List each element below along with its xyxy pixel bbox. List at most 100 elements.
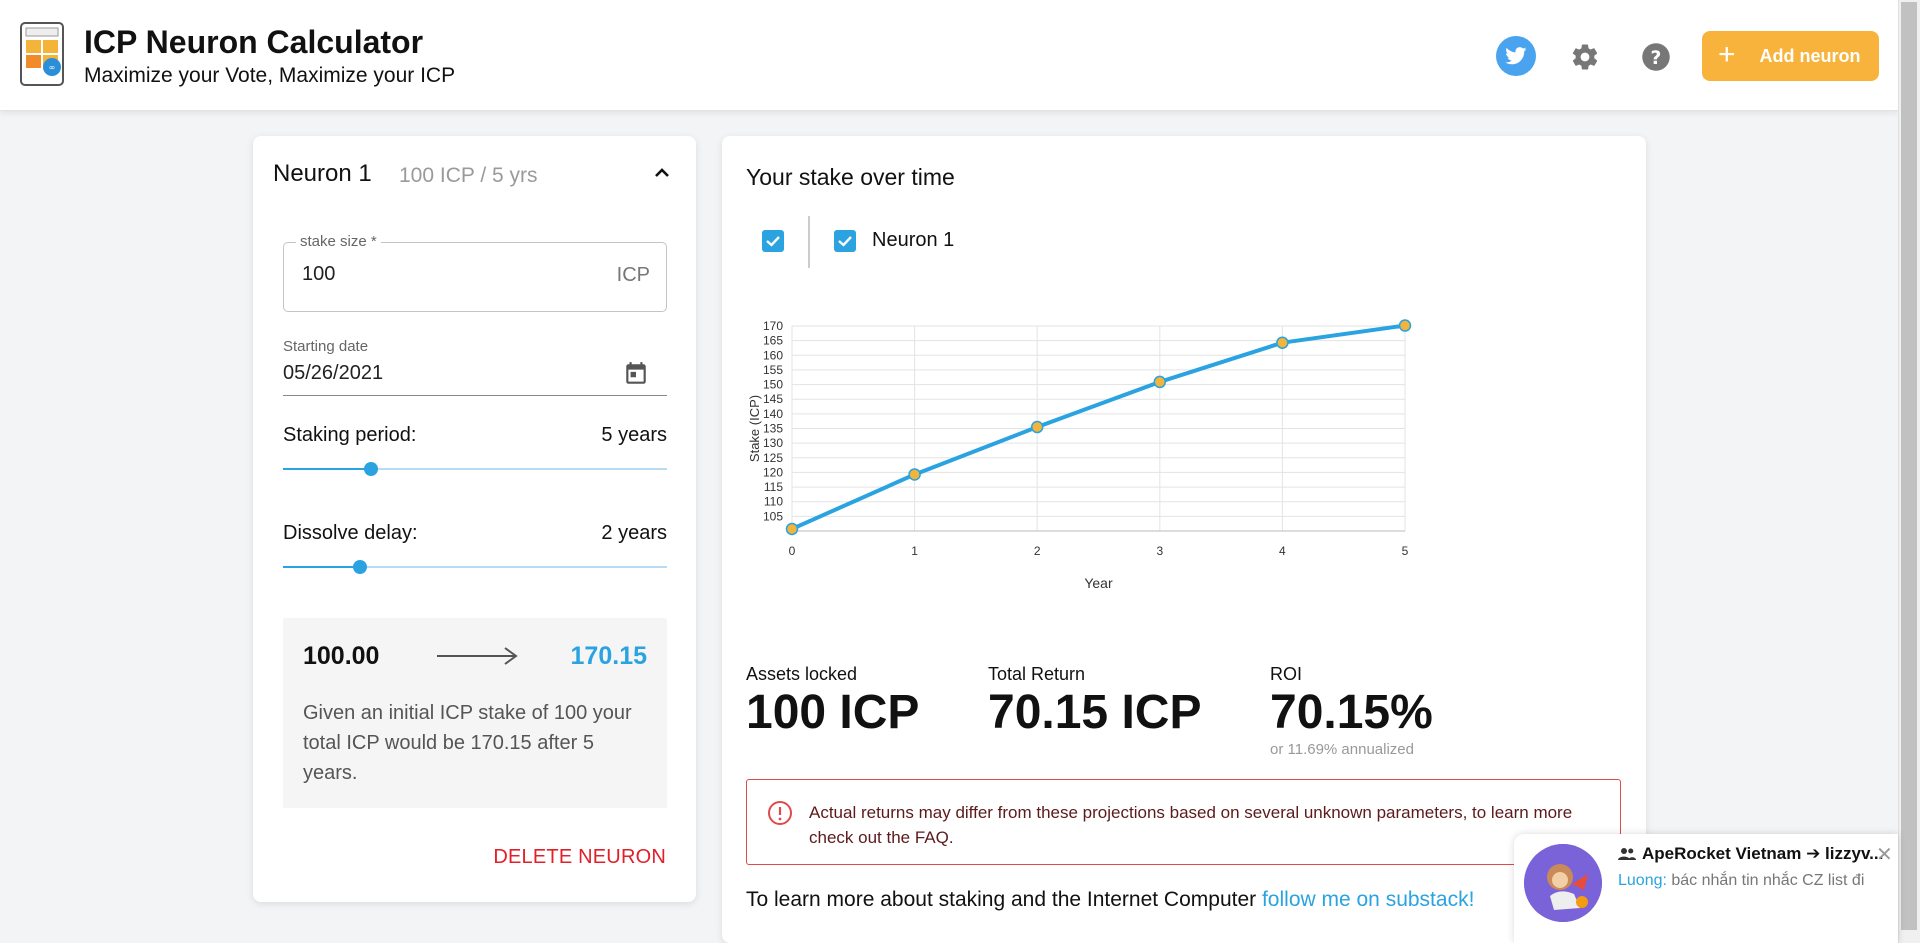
- notification-title: ApeRocket Vietnam ➔ lizzyv...: [1618, 844, 1883, 864]
- x-tick-label: 3: [1156, 544, 1163, 558]
- notification-body: bác nhắn tin nhắc CZ list đi: [1666, 872, 1865, 889]
- projection-summary: 100.00 170.15 Given an initial ICP stake…: [283, 618, 667, 808]
- date-underline: [283, 395, 667, 396]
- staking-period-slider-thumb[interactable]: [364, 462, 379, 476]
- total-return-stat: Total Return 70.15 ICP: [988, 664, 1201, 739]
- projection-warning: Actual returns may differ from these pro…: [746, 779, 1621, 865]
- y-tick-label: 170: [763, 319, 783, 333]
- stake-line-chart: 1051101151201251301351401451501551601651…: [747, 319, 1412, 591]
- neuron-title: Neuron 1: [273, 160, 372, 187]
- group-icon: [1618, 848, 1636, 860]
- x-tick-label: 1: [911, 544, 918, 558]
- x-tick-label: 0: [789, 544, 796, 558]
- select-all-checkbox[interactable]: [762, 230, 784, 252]
- total-return-value: 70.15 ICP: [988, 686, 1202, 739]
- staking-period-slider-fill: [283, 468, 372, 470]
- x-axis-label: Year: [1084, 575, 1113, 591]
- neuron-1-checkbox[interactable]: [834, 230, 856, 252]
- data-point: [1398, 319, 1412, 332]
- y-tick-label: 125: [763, 451, 783, 465]
- notification-title-text: ApeRocket Vietnam ➔ lizzyv...: [1642, 844, 1884, 863]
- stake-size-input[interactable]: 100: [302, 263, 335, 286]
- warning-text: Actual returns may differ from these pro…: [809, 803, 1573, 847]
- y-tick-label: 145: [763, 392, 783, 406]
- data-point: [908, 468, 921, 481]
- plus-icon: +: [1718, 37, 1736, 71]
- neuron-card: Neuron 1 100 ICP / 5 yrs stake size * 10…: [253, 136, 696, 902]
- delete-neuron-button[interactable]: DELETE NEURON: [493, 846, 666, 869]
- twitter-icon: [1505, 47, 1527, 65]
- help-button[interactable]: ?: [1641, 42, 1671, 72]
- stake-size-field[interactable]: stake size * 100 ICP: [283, 233, 667, 312]
- roi-value: 70.15%: [1270, 686, 1433, 739]
- roi-stat: ROI 70.15% or 11.69% annualized: [1270, 664, 1433, 758]
- app-header: ∞ ICP Neuron Calculator Maximize your Vo…: [0, 0, 1898, 111]
- y-tick-label: 150: [763, 378, 783, 392]
- assets-locked-stat: Assets locked 100 ICP: [746, 664, 919, 739]
- y-axis-label: Stake (ICP): [747, 395, 762, 462]
- gear-icon: [1572, 44, 1598, 70]
- app-title: ICP Neuron Calculator: [84, 24, 424, 60]
- x-tick-label: 2: [1034, 544, 1041, 558]
- error-outline-icon: [767, 800, 793, 826]
- dissolve-delay-label: Dissolve delay:: [283, 522, 418, 544]
- notification-sender: Luong:: [1618, 872, 1667, 889]
- chat-notification[interactable]: ApeRocket Vietnam ➔ lizzyv... Luong: bác…: [1514, 834, 1898, 943]
- chart-card: Your stake over time Neuron 1 105 110 115 1…: [722, 136, 1646, 943]
- y-tick-label: 160: [763, 348, 783, 362]
- start-amount: 100.00: [303, 642, 380, 670]
- svg-text:∞: ∞: [49, 63, 56, 72]
- data-point: [1030, 420, 1044, 434]
- notification-message: Luong: bác nhắn tin nhắc CZ list đi: [1618, 872, 1864, 890]
- y-tick-label: 120: [763, 465, 783, 479]
- chevron-up-icon[interactable]: [651, 162, 673, 184]
- y-tick-label: 140: [763, 407, 783, 421]
- checkmark-icon: [766, 236, 780, 247]
- help-icon: ?: [1642, 43, 1670, 71]
- total-return-label: Total Return: [988, 664, 1086, 684]
- neuron-summary: 100 ICP / 5 yrs: [399, 164, 538, 187]
- series-line: [791, 323, 1406, 531]
- projection-explanation: Given an initial ICP stake of 100 your t…: [303, 702, 632, 784]
- roi-label: ROI: [1270, 664, 1303, 684]
- assets-locked-value: 100 ICP: [746, 686, 920, 739]
- staking-period-value: 5 years: [601, 424, 667, 446]
- settings-button[interactable]: [1570, 42, 1600, 72]
- dissolve-delay-slider-fill: [283, 566, 360, 568]
- x-tick-label: 5: [1402, 544, 1409, 558]
- y-tick-label: 135: [763, 422, 783, 436]
- checkmark-icon: [838, 236, 852, 247]
- chart-heading: Your stake over time: [746, 164, 955, 190]
- dissolve-delay-value: 2 years: [601, 522, 667, 544]
- group-avatar: [1524, 844, 1602, 922]
- substack-link[interactable]: follow me on substack!: [1262, 888, 1474, 911]
- starting-date-label: Starting date: [283, 338, 369, 355]
- learn-more: To learn more about staking and the Inte…: [746, 888, 1474, 912]
- starting-date-input[interactable]: 05/26/2021: [283, 362, 383, 385]
- twitter-button[interactable]: [1496, 36, 1536, 76]
- y-tick-label: 105: [763, 509, 783, 523]
- stake-unit: ICP: [616, 264, 650, 286]
- close-icon[interactable]: ✕: [1876, 842, 1893, 867]
- stake-size-label: stake size *: [296, 233, 381, 250]
- page-scrollbar-thumb[interactable]: [1901, 2, 1917, 930]
- y-tick-label: 155: [763, 363, 783, 377]
- staking-period-label: Staking period:: [283, 424, 417, 446]
- assets-locked-label: Assets locked: [746, 664, 858, 684]
- y-tick-label: 130: [763, 436, 783, 450]
- neuron-1-checkbox-label: Neuron 1: [872, 229, 955, 251]
- svg-text:?: ?: [1651, 48, 1662, 69]
- y-tick-label: 110: [764, 495, 783, 509]
- add-neuron-button[interactable]: + Add neuron: [1702, 31, 1879, 81]
- roi-annualized: or 11.69% annualized: [1270, 741, 1414, 758]
- add-neuron-label: Add neuron: [1759, 45, 1861, 66]
- calendar-icon[interactable]: [623, 360, 649, 388]
- learn-more-text: To learn more about staking and the Inte…: [746, 888, 1262, 911]
- x-tick-label: 4: [1279, 544, 1286, 558]
- data-point: [785, 522, 799, 536]
- dissolve-delay-slider-thumb[interactable]: [352, 560, 367, 574]
- app-logo-icon: ∞: [20, 22, 64, 86]
- data-point: [1153, 375, 1167, 389]
- arrow-right-icon: [435, 644, 519, 668]
- app-subtitle: Maximize your Vote, Maximize your ICP: [84, 64, 456, 87]
